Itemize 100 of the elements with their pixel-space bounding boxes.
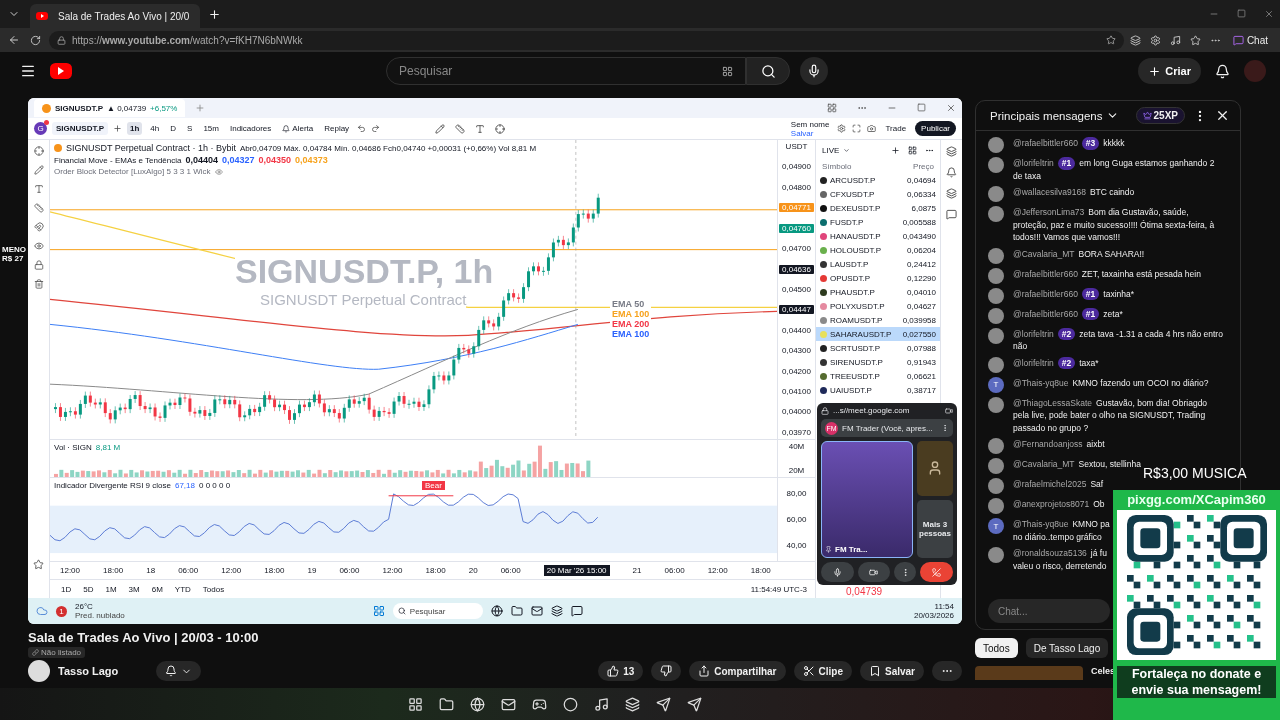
youtube-logo-icon[interactable]	[50, 63, 72, 79]
save-button[interactable]: Salvar	[859, 661, 924, 681]
interval-button[interactable]: 4h	[147, 122, 163, 135]
settings-icon[interactable]	[837, 124, 847, 133]
taskbar-search-field[interactable]: Pesquisar	[392, 603, 483, 619]
watchlist-row[interactable]: PHAUSDT.P 0,04010	[816, 285, 940, 299]
alert-button[interactable]: Alerta	[279, 122, 317, 135]
search-button[interactable]	[746, 57, 790, 85]
watchlist-row[interactable]: SAHARAUSDT.P 0,027550	[816, 327, 940, 341]
range-button[interactable]: 5D	[80, 582, 97, 596]
interval-button[interactable]: 1h	[127, 122, 143, 135]
add-symbol-icon[interactable]	[113, 124, 122, 133]
search-field[interactable]: Pesquisar	[386, 57, 746, 85]
layout-icon[interactable]	[908, 145, 917, 155]
more-participants-tile[interactable]: Mais 3 pessoas	[917, 499, 953, 558]
watchlist-row[interactable]: TREEUSDT.P 0,06621	[816, 369, 940, 383]
maximize-icon[interactable]	[1237, 9, 1246, 18]
interval-button[interactable]: 15m	[200, 122, 222, 135]
indicators-button[interactable]: Indicadores	[226, 122, 275, 135]
pencil-icon[interactable]	[33, 165, 44, 175]
watchlist-row[interactable]: DEXEUSDT.P 6,0875	[816, 201, 940, 215]
start-icon[interactable]	[408, 696, 423, 712]
text-tool-icon[interactable]	[33, 184, 44, 194]
filter-chip[interactable]: Todos	[975, 638, 1018, 658]
music-icon[interactable]	[594, 696, 609, 712]
trend-line-icon[interactable]	[435, 123, 446, 134]
undo-icon[interactable]	[357, 124, 367, 133]
watchlist-row[interactable]: SIRENUSDT.P 0,91943	[816, 355, 940, 369]
folder-icon[interactable]	[439, 696, 454, 712]
camera-icon[interactable]	[945, 406, 953, 415]
more-button[interactable]	[894, 562, 917, 582]
mic-button[interactable]	[821, 562, 854, 582]
symbol-button[interactable]: SIGNUSDT.P	[52, 122, 108, 135]
send-icon[interactable]	[656, 696, 671, 712]
chat-mode-dropdown[interactable]: Principais mensagens	[990, 109, 1119, 122]
send-icon[interactable]	[687, 696, 702, 712]
watchlist-title[interactable]: LIVE	[822, 145, 840, 155]
camera-button[interactable]	[857, 562, 891, 582]
new-tab-icon[interactable]	[208, 7, 221, 21]
video-thumbnail[interactable]	[975, 666, 1083, 680]
replay-button[interactable]: Replay	[321, 122, 353, 135]
menu-icon[interactable]	[20, 63, 36, 79]
clip-button[interactable]: Clipe	[793, 661, 852, 681]
hang-up-button[interactable]	[920, 562, 953, 582]
dislike-button[interactable]	[651, 661, 682, 681]
share-button[interactable]: Compartilhar	[689, 661, 786, 681]
alarm-icon[interactable]	[946, 167, 957, 178]
notifications-button[interactable]	[156, 661, 202, 681]
channel-avatar[interactable]	[28, 660, 50, 682]
trade-button[interactable]: Trade	[882, 122, 910, 135]
watchlist-row[interactable]: LAUSDT.P 0,24412	[816, 257, 940, 271]
mic-button[interactable]	[800, 57, 828, 85]
trash-icon[interactable]	[33, 279, 44, 289]
magnet-icon[interactable]	[33, 222, 44, 232]
mail-icon[interactable]	[530, 605, 543, 617]
range-button[interactable]: YTD	[171, 582, 194, 596]
filter-chip[interactable]: De Tasso Lago	[1025, 638, 1109, 658]
notifications-icon[interactable]	[1215, 63, 1230, 79]
add-icon[interactable]	[891, 145, 900, 155]
chat-icon[interactable]	[946, 209, 957, 220]
record-icon[interactable]	[563, 696, 578, 712]
range-button[interactable]: 3M	[125, 582, 143, 596]
range-button[interactable]: 1M	[102, 582, 120, 596]
watchlist-row[interactable]: CFXUSDT.P 0,06334	[816, 187, 940, 201]
globe-icon[interactable]	[490, 605, 503, 617]
interval-button[interactable]: S	[184, 122, 196, 135]
start-icon[interactable]	[372, 605, 385, 617]
xp-badge[interactable]: 25XP	[1135, 107, 1185, 124]
watchlist-row[interactable]: POLYXUSDT.P 0,04627	[816, 299, 940, 313]
crosshair-icon[interactable]	[495, 123, 506, 134]
music-icon[interactable]	[1169, 34, 1181, 46]
interval-button[interactable]: D	[167, 122, 180, 135]
watchlist-row[interactable]: SCRTUSDT.P 0,07988	[816, 341, 940, 355]
maximize-icon[interactable]	[917, 103, 926, 112]
watchlist-row[interactable]: UAIUSDT.P 0,38717	[816, 383, 940, 397]
create-button[interactable]: Criar	[1138, 58, 1201, 84]
chat-app-icon[interactable]	[570, 605, 583, 617]
star-icon[interactable]	[33, 559, 44, 570]
browser-icon[interactable]	[470, 696, 485, 712]
watchlist-row[interactable]: HOLOUSDT.P 0,06204	[816, 243, 940, 257]
layers-icon[interactable]	[946, 188, 957, 199]
redo-icon[interactable]	[371, 124, 381, 133]
gamepad-icon[interactable]	[532, 696, 547, 712]
chat-button[interactable]: Chat	[1226, 33, 1274, 47]
ruler-icon[interactable]	[455, 123, 466, 134]
chart-tab[interactable]: SIGNUSDT.P ▲ 0,04739 +6,57%	[34, 99, 186, 117]
layout-name-button[interactable]: Sem nome Salvar	[788, 119, 832, 138]
fullscreen-icon[interactable]	[852, 124, 862, 133]
watchlist-row[interactable]: OPUSDT.P 0,12290	[816, 271, 940, 285]
watchlist-row[interactable]: ROAMUSDT.P 0,039958	[816, 313, 940, 327]
currency-label[interactable]: USDT	[779, 142, 814, 151]
camera-icon[interactable]	[867, 124, 877, 133]
folder-icon[interactable]	[510, 605, 523, 617]
range-button[interactable]: 6M	[148, 582, 166, 596]
ruler-icon[interactable]	[33, 203, 44, 213]
publish-button[interactable]: Publicar	[915, 121, 956, 136]
eye-icon[interactable]	[33, 241, 44, 251]
chat-input[interactable]: Chat...	[988, 599, 1110, 623]
range-button[interactable]: Todos	[199, 582, 228, 596]
watchlist-row[interactable]: HANAUSDT.P 0,043490	[816, 229, 940, 243]
